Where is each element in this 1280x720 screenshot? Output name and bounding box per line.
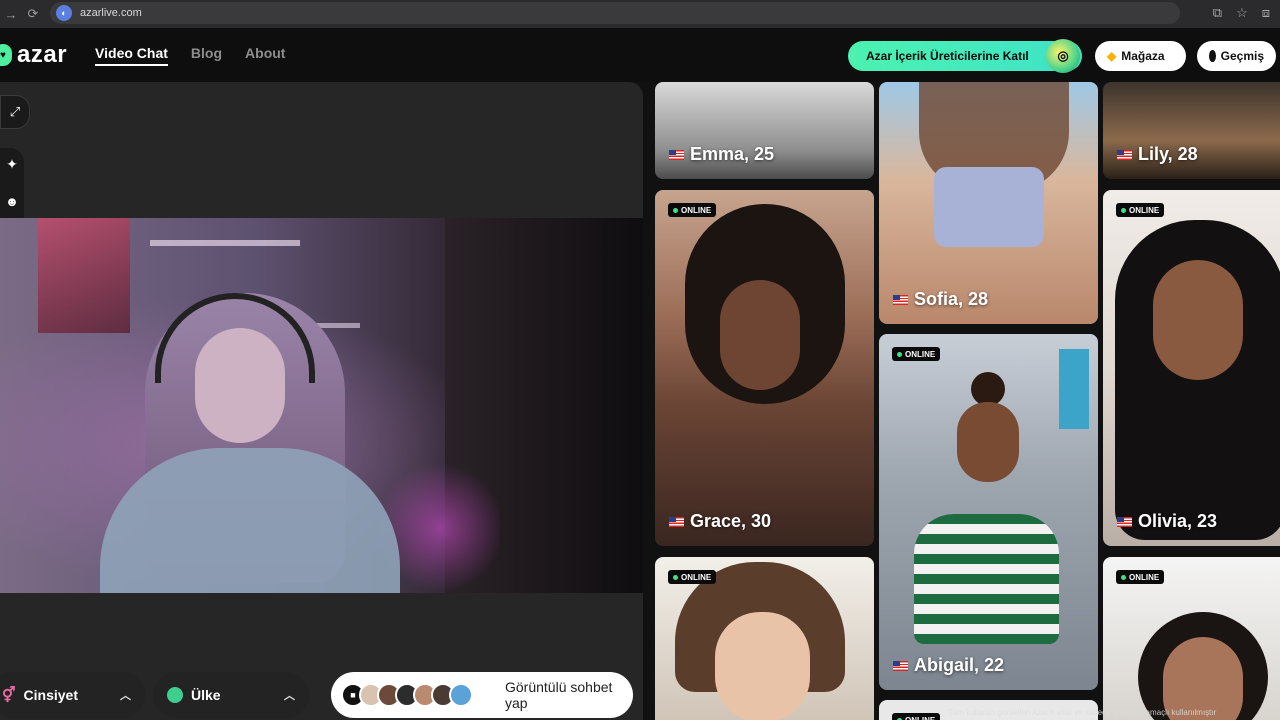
url-text[interactable]: azarlive.com <box>80 7 142 19</box>
video-preview <box>0 218 643 593</box>
avatar-stack: ■ <box>341 683 473 707</box>
image-disclaimer: Tüm kullanıcı görselleri Azar'a aittir v… <box>948 708 1217 717</box>
wall-poster <box>38 218 130 333</box>
photo-face <box>715 612 810 720</box>
online-label: ONLINE <box>905 715 936 720</box>
photo-shirt <box>914 514 1059 644</box>
online-badge: ONLINE <box>668 203 717 217</box>
us-flag-icon <box>1117 516 1132 527</box>
face-filter-icon[interactable]: ☻ <box>0 194 24 209</box>
avatar <box>449 683 473 707</box>
nav-about[interactable]: About <box>245 45 285 66</box>
profile-card-olivia[interactable]: ONLINE Olivia, 23 <box>1103 190 1280 546</box>
profile-grid: Emma, 25 ONLINE Grace, 30 ONLINE Sofia, … <box>655 82 1280 720</box>
profile-name: Olivia, 23 <box>1117 511 1217 532</box>
gender-icon: ⚥ <box>2 687 16 704</box>
us-flag-icon <box>669 149 684 160</box>
clock-icon <box>1209 50 1216 62</box>
azar-logo[interactable]: ♥ azar <box>0 41 67 69</box>
reload-icon[interactable]: ⟳ <box>22 6 44 22</box>
profile-card-grace[interactable]: ONLINE Grace, 30 <box>655 190 874 546</box>
profile-name-text: Abigail, 22 <box>914 655 1005 675</box>
globe-icon <box>167 687 183 703</box>
expand-icon: ⤢ <box>9 104 21 119</box>
expand-button[interactable]: ⤢ <box>0 95 30 129</box>
country-filter-label: Ülke <box>191 687 221 703</box>
profile-name-text: Olivia, 23 <box>1138 511 1218 531</box>
online-label: ONLINE <box>681 572 712 582</box>
profile-card[interactable]: ONLINE <box>1103 557 1280 720</box>
creator-join-button[interactable]: Azar İçerik Üreticilerine Katıl ◎ <box>848 39 1082 73</box>
gender-filter-label: Cinsiyet <box>23 687 79 703</box>
photo-sign <box>1059 349 1089 429</box>
us-flag-icon <box>893 660 908 671</box>
effects-toolbar: ✦ ☻ <box>0 148 24 228</box>
profile-card-emma[interactable]: Emma, 25 <box>655 82 874 179</box>
online-label: ONLINE <box>1129 572 1160 582</box>
gem-icon: ◆ <box>1107 49 1117 63</box>
online-badge: ONLINE <box>892 347 941 361</box>
photo-top <box>934 167 1044 247</box>
photo-face <box>1153 260 1243 380</box>
online-badge: ONLINE <box>892 713 941 720</box>
main-nav: Video Chat Blog About <box>95 45 285 66</box>
profile-card-abigail[interactable]: ONLINE Abigail, 22 <box>879 334 1098 690</box>
online-label: ONLINE <box>681 205 712 215</box>
browser-toolbar: → ⟳ ◐ azarlive.com ⧉ ☆ ⧈ <box>0 0 1280 28</box>
install-icon[interactable]: ⧉ <box>1213 5 1222 21</box>
online-dot-icon <box>1121 207 1126 213</box>
forward-icon[interactable]: → <box>0 7 22 22</box>
bookmark-star-icon[interactable]: ☆ <box>1236 5 1248 21</box>
start-video-chat-button[interactable]: ■ Görüntülü sohbet yap <box>331 672 633 718</box>
profile-name: Grace, 30 <box>669 511 771 532</box>
profile-name: Emma, 25 <box>669 144 774 165</box>
online-dot-icon <box>897 351 902 357</box>
site-info-icon[interactable]: ◐ <box>56 5 72 21</box>
online-dot-icon <box>673 207 678 213</box>
shelf <box>150 240 300 246</box>
country-filter-button[interactable]: Ülke ︿ <box>153 672 309 718</box>
logo-text: azar <box>17 41 68 68</box>
profile-card-lily[interactable]: Lily, 28 <box>1103 82 1280 179</box>
photo-face <box>957 402 1019 482</box>
us-flag-icon <box>669 516 684 527</box>
profile-name: Lily, 28 <box>1117 144 1198 165</box>
address-bar[interactable]: ◐ azarlive.com <box>50 2 1180 24</box>
gender-filter-button[interactable]: ⚥ Cinsiyet ︿ <box>0 672 145 718</box>
profile-name: Abigail, 22 <box>893 655 1004 676</box>
chevron-up-icon: ︿ <box>120 690 131 702</box>
creator-join-label: Azar İçerik Üreticilerine Katıl <box>866 49 1029 63</box>
chevron-up-icon: ︿ <box>284 690 295 702</box>
store-button[interactable]: ◆ Mağaza <box>1095 41 1186 71</box>
profile-name: Sofia, 28 <box>893 289 988 310</box>
us-flag-icon <box>893 294 908 305</box>
profile-name-text: Sofia, 28 <box>914 289 989 309</box>
online-label: ONLINE <box>1129 205 1160 215</box>
online-badge: ONLINE <box>1116 203 1165 217</box>
online-label: ONLINE <box>905 349 936 359</box>
nav-video-chat[interactable]: Video Chat <box>95 45 168 66</box>
online-dot-icon <box>673 574 678 580</box>
online-badge: ONLINE <box>1116 570 1165 584</box>
history-button[interactable]: Geçmiş <box>1197 41 1276 71</box>
photo-hair <box>971 372 1005 406</box>
online-dot-icon <box>1121 574 1126 580</box>
start-video-chat-label: Görüntülü sohbet yap <box>505 679 613 711</box>
logo-icon: ♥ <box>0 44 12 66</box>
site-header: ♥ azar Video Chat Blog About Azar İçerik… <box>0 28 1280 82</box>
creator-badge-icon: ◎ <box>1046 39 1080 73</box>
profile-card[interactable]: ONLINE <box>655 557 874 720</box>
store-label: Mağaza <box>1121 49 1165 63</box>
us-flag-icon <box>1117 149 1132 160</box>
profile-name-text: Lily, 28 <box>1138 144 1198 164</box>
online-badge: ONLINE <box>668 570 717 584</box>
profile-name-text: Emma, 25 <box>690 144 775 164</box>
sparkle-effects-icon[interactable]: ✦ <box>0 156 24 173</box>
photo-face <box>720 280 800 390</box>
extensions-icon[interactable]: ⧈ <box>1262 5 1270 21</box>
profile-card-sofia[interactable]: Sofia, 28 <box>879 82 1098 324</box>
history-label: Geçmiş <box>1220 49 1264 63</box>
profile-name-text: Grace, 30 <box>690 511 772 531</box>
nav-blog[interactable]: Blog <box>191 45 222 66</box>
